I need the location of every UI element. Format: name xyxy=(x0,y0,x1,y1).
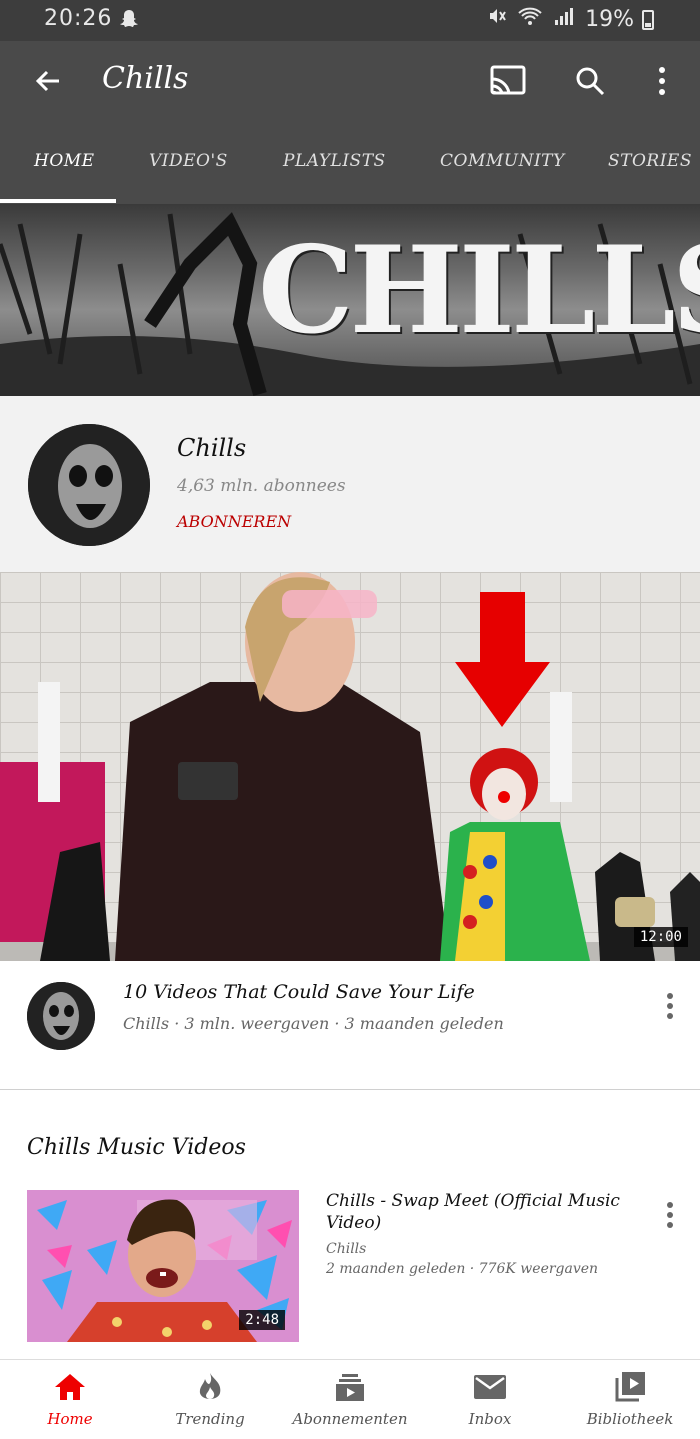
back-arrow-icon[interactable] xyxy=(28,61,68,101)
nav-inbox[interactable]: Inbox xyxy=(440,1360,540,1439)
tab-home[interactable]: HOME xyxy=(34,151,95,171)
video-duration: 12:00 xyxy=(633,927,688,947)
tab-community[interactable]: COMMUNITY xyxy=(440,151,565,171)
tab-videos[interactable]: VIDEO'S xyxy=(149,151,228,171)
bottom-navigation: Home Trending Abonnementen Inbox Bibliot… xyxy=(0,1359,700,1439)
nav-library[interactable]: Bibliotheek xyxy=(575,1360,685,1439)
library-icon xyxy=(612,1370,648,1404)
app-bar: Chills xyxy=(0,41,700,123)
channel-name: Chills xyxy=(177,434,247,462)
status-time: 20:26 xyxy=(44,6,113,31)
cast-icon[interactable] xyxy=(488,61,528,101)
featured-video-thumbnail[interactable]: 12:00 xyxy=(0,572,700,961)
status-bar: 20:26 19% xyxy=(0,0,700,41)
video-duration: 2:48 xyxy=(239,1310,285,1330)
search-icon[interactable] xyxy=(570,61,610,101)
nav-label: Trending xyxy=(175,1410,245,1428)
wifi-icon xyxy=(517,6,543,32)
more-vertical-icon[interactable] xyxy=(642,61,682,101)
channel-header: Chills 4,63 mln. abonnees ABONNEREN xyxy=(0,396,700,572)
featured-video-info[interactable]: 10 Videos That Could Save Your Life Chil… xyxy=(0,961,700,1089)
signal-icon xyxy=(553,6,575,32)
mute-icon xyxy=(487,6,507,32)
thumbnail-image xyxy=(0,572,700,961)
home-icon xyxy=(52,1370,88,1404)
mail-icon xyxy=(472,1370,508,1404)
video-channel-avatar[interactable] xyxy=(27,982,95,1050)
channel-tabs: HOME VIDEO'S PLAYLISTS COMMUNITY STORIES xyxy=(0,123,700,204)
subscribe-button[interactable]: ABONNEREN xyxy=(177,512,291,531)
more-vertical-icon[interactable] xyxy=(658,1200,682,1230)
music-video-title[interactable]: Chills - Swap Meet (Official Music Video… xyxy=(326,1190,626,1234)
status-icons: 19% xyxy=(487,6,650,32)
music-video-meta: 2 maanden geleden · 776K weergaven xyxy=(326,1261,599,1277)
tab-stories[interactable]: STORIES xyxy=(608,151,692,171)
page-title: Chills xyxy=(102,61,189,96)
nav-label: Bibliotheek xyxy=(586,1410,674,1428)
tab-indicator xyxy=(0,199,116,203)
shelf-title[interactable]: Chills Music Videos xyxy=(27,1135,246,1160)
nav-subscriptions[interactable]: Abonnementen xyxy=(280,1360,420,1439)
channel-banner: CHILLS xyxy=(0,204,700,396)
more-vertical-icon[interactable] xyxy=(658,991,682,1021)
flame-icon xyxy=(192,1370,228,1404)
nav-label: Abonnementen xyxy=(292,1410,408,1428)
tab-playlists[interactable]: PLAYLISTS xyxy=(283,151,386,171)
video-meta: Chills · 3 mln. weergaven · 3 maanden ge… xyxy=(123,1014,504,1033)
music-video-thumbnail[interactable]: 2:48 xyxy=(27,1190,299,1342)
section-divider xyxy=(0,1089,700,1090)
channel-avatar[interactable] xyxy=(28,424,150,546)
subscriber-count: 4,63 mln. abonnees xyxy=(177,476,346,496)
nav-label: Home xyxy=(47,1410,93,1428)
nav-trending[interactable]: Trending xyxy=(160,1360,260,1439)
battery-icon xyxy=(642,10,654,30)
music-video-channel: Chills xyxy=(326,1241,367,1257)
subscriptions-icon xyxy=(332,1370,368,1404)
nav-label: Inbox xyxy=(468,1410,512,1428)
nav-home[interactable]: Home xyxy=(20,1360,120,1439)
battery-percent: 19% xyxy=(585,6,634,32)
video-title[interactable]: 10 Videos That Could Save Your Life xyxy=(123,981,475,1003)
banner-logo-text: CHILLS xyxy=(258,220,700,361)
snapchat-icon xyxy=(118,8,140,34)
